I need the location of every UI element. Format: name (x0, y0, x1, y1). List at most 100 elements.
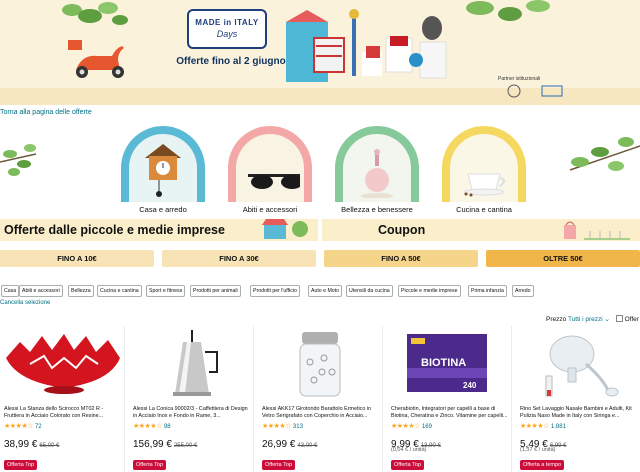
perfume-icon (361, 149, 393, 198)
category-label: Abiti e accessori (242, 205, 298, 214)
rating-count[interactable]: 313 (293, 424, 303, 430)
rating-stars: ★★★★☆ (133, 423, 162, 430)
product-card[interactable]: Rino Set Lavaggio Nasale Bambini e Adult… (516, 326, 640, 472)
svg-text:240: 240 (463, 381, 477, 390)
filter-chip[interactable]: Arredo (512, 285, 534, 297)
list-price: 65,00 € (39, 443, 60, 449)
product-card[interactable]: Alessi AKK17 Girotondo Barattolo Ermetic… (258, 326, 383, 472)
coffee-maker-image[interactable] (129, 328, 254, 400)
category-tile-cucina[interactable]: Cucina e cantina (434, 122, 534, 218)
rating-count[interactable]: 169 (422, 424, 432, 430)
logo-title: MADE in ITALY (195, 18, 259, 27)
rating-count[interactable]: 72 (35, 424, 42, 430)
list-price: 43,00 € (297, 443, 318, 449)
fruit-bowl-image[interactable] (0, 328, 125, 400)
price-band-label: OLTRE 50€ (543, 254, 583, 263)
current-price: 156,99 € (133, 439, 172, 450)
product-card[interactable]: Alessi La Stanza dello Scirocco MT02 R -… (0, 326, 125, 472)
category-label: Casa e arredo (139, 205, 187, 214)
biotin-box-image[interactable]: BIOTINA 240 (387, 328, 512, 400)
storefront-icon (262, 219, 308, 239)
price-band-10[interactable]: FINO A 10€ (0, 250, 154, 267)
back-to-deals-link[interactable]: Torna alla pagina delle offerte (0, 109, 92, 116)
rating-count[interactable]: 98 (164, 424, 171, 430)
category-tile-casa[interactable]: Casa e arredo (113, 122, 213, 218)
foliage-right-icon (466, 0, 550, 21)
hero-subtitle: Offerte fino al 2 giugno (176, 56, 286, 67)
coffee-cup-icon (463, 173, 505, 197)
product-title[interactable]: Alessi La Stanza dello Scirocco MT02 R -… (4, 406, 121, 420)
price-band-30[interactable]: FINO A 30€ (162, 250, 316, 267)
current-price: 26,99 € (262, 439, 296, 450)
filter-chip[interactable]: Sport e fitness (146, 285, 186, 297)
cuckoo-clock-icon (145, 144, 181, 197)
chevron-down-icon[interactable]: ⌄ (605, 316, 610, 323)
product-rating: ★★★★☆ 1.881 (520, 423, 566, 431)
beach-cabin-icon (286, 9, 447, 82)
filter-chip[interactable]: Abiti e accessori (19, 285, 63, 297)
price-band-over-50[interactable]: OLTRE 50€ (486, 250, 640, 267)
sme-offers-banner[interactable]: Offerte dalle piccole e medie imprese (0, 219, 318, 241)
price-filter: Prezzo Tutti i prezzi ⌄ Offer (546, 315, 639, 323)
product-card[interactable]: Alessi La Conica 90002/3 - Caffettiera d… (129, 326, 254, 472)
nasal-wash-kit-image[interactable] (516, 328, 640, 400)
svg-text:BIOTINA: BIOTINA (421, 357, 466, 369)
clear-selection-link[interactable]: Cancella selezione (0, 300, 50, 306)
product-price: 26,99 €43,00 € (262, 434, 317, 452)
product-rating: ★★★★☆ 72 (4, 423, 42, 431)
coupon-banner[interactable]: Coupon (322, 219, 640, 241)
product-title[interactable]: Cherabiotin, Integratori per capelli a b… (391, 406, 508, 420)
offer-checkbox-label: Offer (624, 316, 639, 323)
category-label: Cucina e cantina (456, 205, 512, 214)
filter-chip[interactable]: Prodotti per l'ufficio (250, 285, 300, 297)
coupon-title: Coupon (378, 223, 426, 237)
price-band-label: FINO A 50€ (381, 254, 421, 263)
product-title[interactable]: Alessi AKK17 Girotondo Barattolo Ermetic… (262, 406, 379, 420)
product-price: 156,99 €255,00 € (133, 434, 197, 452)
price-filter-label: Prezzo (546, 316, 567, 323)
price-band-50[interactable]: FINO A 50€ (324, 250, 478, 267)
product-card[interactable]: BIOTINA 240 Cherabiotin, Integratori per… (387, 326, 512, 472)
sunglasses-icon (248, 174, 300, 189)
product-price: 38,99 €65,00 € (4, 434, 59, 452)
rating-stars: ★★★★☆ (262, 423, 291, 430)
foliage-left-icon (62, 2, 128, 25)
filter-chip[interactable]: Cucina e cantina (97, 285, 142, 297)
offer-checkbox[interactable] (615, 315, 623, 322)
deal-badge: Offerta Top (262, 460, 296, 470)
category-tiles: Casa e arredo Abiti e accessori Bellezza… (0, 122, 640, 218)
category-filter-chips: Casa Abiti e accessori Bellezza Cucina e… (0, 285, 640, 298)
glass-jar-image[interactable] (258, 328, 383, 400)
product-title[interactable]: Alessi La Conica 90002/3 - Caffettiera d… (133, 406, 250, 420)
price-filter-dropdown[interactable]: Tutti i prezzi (568, 316, 603, 323)
unit-price: (0,04 € / unità) (391, 447, 427, 453)
deal-badge: Offerta Top (4, 460, 38, 470)
filter-chip[interactable]: Piccole e medie imprese (398, 285, 461, 297)
category-label: Bellezza e benessere (341, 205, 413, 214)
product-title[interactable]: Rino Set Lavaggio Nasale Bambini e Adult… (520, 406, 637, 420)
price-band-label: FINO A 30€ (219, 254, 259, 263)
logo-subtitle: Days (216, 29, 238, 39)
rating-stars: ★★★★☆ (391, 423, 420, 430)
branch-right-icon (569, 137, 640, 171)
product-rating: ★★★★☆ 169 (391, 423, 432, 431)
filter-chip[interactable]: Utensili da cucina (346, 285, 393, 297)
filter-chip[interactable]: Prima infanzia (468, 285, 507, 297)
made-in-italy-logo: MADE in ITALY Days (187, 9, 267, 49)
deals-page: MADE in ITALY Days Offerte fino al 2 giu… (0, 0, 640, 472)
product-rating: ★★★★☆ 98 (133, 423, 171, 431)
filter-chip[interactable]: Prodotti per animali (190, 285, 241, 297)
filter-chip[interactable]: Auto e Moto (308, 285, 342, 297)
product-grid: Alessi La Stanza dello Scirocco MT02 R -… (0, 326, 640, 472)
deal-badge: Offerta Top (133, 460, 167, 470)
category-tile-abiti[interactable]: Abiti e accessori (220, 122, 320, 218)
product-rating: ★★★★☆ 313 (262, 423, 303, 431)
current-price: 38,99 € (4, 439, 38, 450)
filter-chip[interactable]: Bellezza (68, 285, 94, 297)
hero-banner[interactable]: MADE in ITALY Days Offerte fino al 2 giu… (0, 0, 640, 105)
category-tile-bellezza[interactable]: Bellezza e benessere (327, 122, 427, 218)
sme-offers-title: Offerte dalle piccole e medie imprese (4, 223, 225, 237)
rating-count[interactable]: 1.881 (551, 424, 566, 430)
filter-chip[interactable]: Casa (1, 285, 20, 297)
unit-price: (1,37 € / unità) (520, 447, 556, 453)
